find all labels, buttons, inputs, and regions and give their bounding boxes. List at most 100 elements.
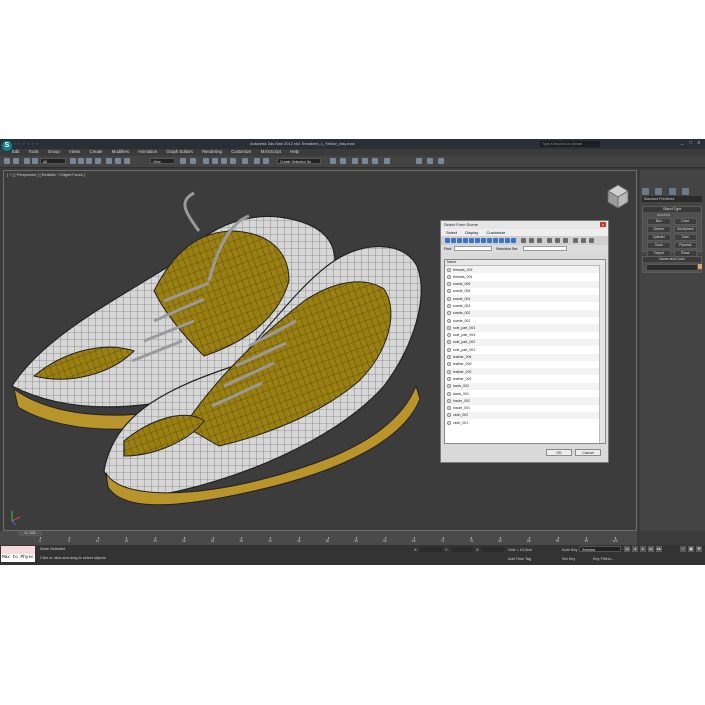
menu-customize[interactable]: Customize	[231, 149, 251, 154]
box-button[interactable]: Box	[647, 218, 671, 225]
name-color-header[interactable]: Name and Color	[643, 257, 701, 262]
mirror-icon[interactable]	[254, 158, 260, 164]
go-to-end-icon[interactable]: ▸▸	[656, 546, 662, 552]
z-coord-field[interactable]	[482, 547, 504, 552]
align-icon[interactable]	[263, 158, 269, 164]
list-item[interactable]: suede_002	[445, 309, 605, 318]
hierarchy-tab-icon[interactable]	[668, 188, 676, 195]
geosphere-button[interactable]: GeoSphere	[673, 226, 697, 233]
rect-region-icon[interactable]	[86, 158, 92, 164]
x-coord-field[interactable]	[420, 547, 442, 552]
rendered-frame-window-icon[interactable]	[416, 158, 422, 164]
menu-create[interactable]: Create	[90, 149, 103, 154]
go-to-start-icon[interactable]: |◂	[624, 546, 630, 552]
link-icon[interactable]	[24, 158, 30, 164]
select-all-icon[interactable]	[547, 238, 552, 243]
list-scrollbar[interactable]	[599, 265, 605, 443]
spinner-snap-icon[interactable]	[230, 158, 236, 164]
scene-object-list[interactable]: Name threads_002 threads_001 suede_006 sued…	[444, 259, 606, 444]
select-manipulate-icon[interactable]	[190, 158, 196, 164]
display-cameras-icon[interactable]	[463, 238, 468, 243]
selected-dropdown[interactable]: Selected	[579, 546, 621, 552]
cylinder-button[interactable]: Cylinder	[647, 234, 671, 241]
menu-group[interactable]: Group	[48, 149, 60, 154]
viewport-label[interactable]: [ + ] [ Perspective ] [ Realistic + Edge…	[7, 173, 85, 177]
track-bar[interactable]: 0 5 10 15 20 25 30 35 40 45 50 55 60 65 70 75 80 85 90 95 10…	[39, 537, 620, 544]
list-item[interactable]: insole_001	[445, 405, 605, 412]
display-bones-icon[interactable]	[493, 238, 498, 243]
sphere-button[interactable]: Sphere	[647, 226, 671, 233]
list-item[interactable]: threads_001	[445, 273, 605, 280]
display-helpers-icon[interactable]	[469, 238, 474, 243]
display-shapes-icon[interactable]	[451, 238, 456, 243]
select-invert-icon[interactable]	[563, 238, 568, 243]
maxscript-output[interactable]	[1, 546, 35, 554]
menu-maxscript[interactable]: MAXScript	[261, 149, 281, 154]
render-setup-icon[interactable]	[384, 158, 390, 164]
dialog-title-bar[interactable]: Select From Scene x	[441, 221, 608, 229]
menu-rendering[interactable]: Rendering	[202, 149, 222, 154]
zoom-icon[interactable]: +	[680, 546, 686, 552]
list-item[interactable]: sole_part_001	[445, 346, 605, 353]
display-geometry-icon[interactable]	[445, 238, 450, 243]
list-item[interactable]: threads_002	[445, 266, 605, 274]
create-tab-icon[interactable]	[642, 188, 649, 195]
list-item[interactable]: sole_part_002	[445, 338, 605, 347]
add-time-tag[interactable]: Add Time Tag	[508, 557, 531, 561]
quick-access-toolbar[interactable]: ▫ ▫ ▫ ▫ ▫ ▫	[14, 141, 39, 146]
list-item[interactable]: cloth_002	[445, 411, 605, 420]
list-item[interactable]: laces_002	[445, 382, 605, 391]
undo-icon[interactable]	[4, 158, 10, 164]
edit-named-selection-icon[interactable]	[242, 158, 248, 164]
modify-tab-icon[interactable]	[655, 188, 663, 195]
torus-button[interactable]: Torus	[647, 242, 671, 249]
menu-views[interactable]: Views	[69, 149, 80, 154]
angle-snap-icon[interactable]	[212, 158, 218, 164]
maxscript-listener[interactable]: Max to Physc	[1, 546, 35, 562]
list-item[interactable]: suede_005	[445, 288, 605, 295]
rotate-icon[interactable]	[115, 158, 121, 164]
auto-key-button[interactable]: Auto Key	[562, 548, 577, 552]
material-editor-icon[interactable]	[372, 158, 378, 164]
menu-edit[interactable]: Edit	[12, 149, 19, 154]
named-selection-set-dropdown[interactable]: Create Selection Se	[277, 158, 321, 164]
key-filters-button[interactable]: Key Filters...	[593, 557, 614, 561]
ref-coord-dropdown[interactable]: View	[150, 158, 175, 164]
scale-icon[interactable]	[124, 158, 130, 164]
curve-editor-icon[interactable]	[352, 158, 358, 164]
list-item[interactable]: suede_004	[445, 295, 605, 303]
graphite-tools-icon[interactable]	[340, 158, 346, 164]
list-item[interactable]: insole_002	[445, 397, 605, 405]
list-item[interactable]: suede_003	[445, 302, 605, 309]
list-item[interactable]: leather_001	[445, 375, 605, 382]
select-object-icon[interactable]	[70, 158, 76, 164]
menu-modifiers[interactable]: Modifiers	[112, 149, 129, 154]
menu-help[interactable]: Help	[290, 149, 299, 154]
menu-animation[interactable]: Animation	[138, 149, 157, 154]
display-invert-icon[interactable]	[537, 238, 542, 243]
pivot-icon[interactable]	[180, 158, 186, 164]
cancel-button[interactable]: Cancel	[575, 449, 601, 456]
list-item[interactable]: laces_001	[445, 390, 605, 397]
layer-manager-icon[interactable]	[330, 158, 336, 164]
display-hidden-icon[interactable]	[511, 238, 516, 243]
dialog-menu-select[interactable]: Select	[446, 230, 457, 235]
next-frame-icon[interactable]: ▸|	[648, 546, 654, 552]
move-icon[interactable]	[106, 158, 112, 164]
display-none-icon[interactable]	[529, 238, 534, 243]
selection-filter-dropdown[interactable]: All	[40, 158, 66, 164]
ok-button[interactable]: OK	[546, 449, 572, 456]
pyramid-button[interactable]: Pyramid	[673, 242, 697, 249]
viewcube-icon[interactable]	[607, 184, 629, 209]
redo-icon[interactable]	[13, 158, 19, 164]
pan-icon[interactable]: ✥	[696, 546, 702, 552]
prev-frame-icon[interactable]: ◂	[632, 546, 638, 552]
close-icon[interactable]: x	[600, 222, 606, 227]
list-item[interactable]: leather_004	[445, 353, 605, 361]
window-controls[interactable]: _ □ x	[681, 140, 702, 146]
dialog-menu-customize[interactable]: Customize	[487, 230, 506, 235]
display-lights-icon[interactable]	[457, 238, 462, 243]
dialog-menu-display[interactable]: Display	[465, 230, 478, 235]
selection-set-dropdown[interactable]	[523, 246, 567, 251]
search-input[interactable]: Type a keyword or phrase	[540, 141, 600, 147]
